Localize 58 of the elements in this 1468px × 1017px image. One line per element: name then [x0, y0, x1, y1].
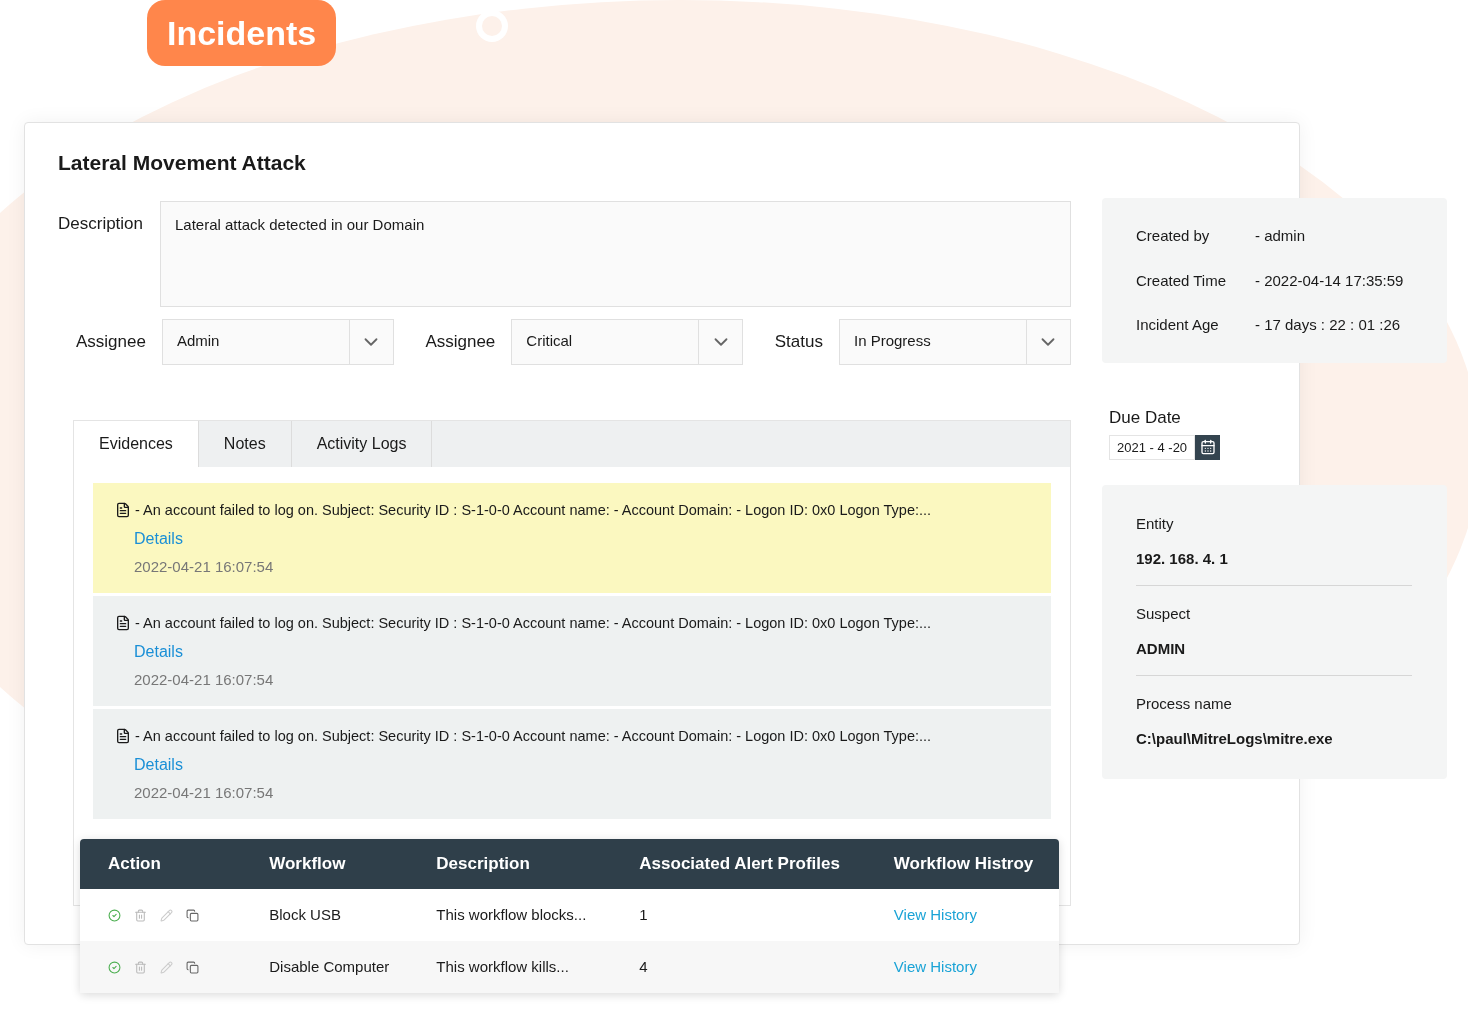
- check-circle-icon[interactable]: [108, 908, 121, 922]
- calendar-icon: [1199, 439, 1216, 455]
- select-field[interactable]: Admin: [161, 318, 394, 365]
- column-header: Workflow Histroy: [893, 854, 1034, 874]
- column-header: Description: [436, 854, 530, 874]
- document-icon: [115, 502, 131, 519]
- document-icon: [115, 615, 131, 632]
- evidence-text: - An account failed to log on. Subject: Security ID : S-1-0-0 Account name: - Account Domain: - Logon ID: 0x0 Logon Type:...: [135, 500, 932, 520]
- due-date-field[interactable]: 2021 - 4 -20: [1109, 434, 1196, 460]
- workflow-name: Block USB: [269, 905, 341, 923]
- evidence-time: 2022-04-21 16:07:54: [134, 670, 274, 691]
- workflow-description: This workflow kills...: [436, 957, 569, 975]
- copy-icon[interactable]: [186, 960, 199, 974]
- select-field[interactable]: Critical: [511, 318, 744, 365]
- alert-profile-count: 1: [639, 905, 648, 923]
- detail-label: Suspect: [1136, 604, 1191, 624]
- description-label: Description: [58, 212, 145, 235]
- delete-icon[interactable]: [134, 908, 147, 922]
- edit-icon[interactable]: [160, 908, 173, 922]
- dropdown-label: Assignee: [75, 330, 146, 353]
- evidence-text: - An account failed to log on. Subject: Security ID : S-1-0-0 Account name: - Account Domain: - Logon ID: 0x0 Logon Type:...: [135, 613, 932, 633]
- info-value: - 2022-04-14 17:35:59: [1255, 270, 1404, 291]
- alert-profile-count: 4: [639, 957, 648, 975]
- evidence-item[interactable]: - An account failed to log on. Subject: Security ID : S-1-0-0 Account name: - Account Domain: - Logon ID: 0x0 Logon Type:... Details 2022-04-21 16:07:54: [93, 708, 1051, 819]
- calendar-button[interactable]: [1195, 434, 1221, 460]
- detail-value: ADMIN: [1136, 638, 1186, 659]
- dropdown-label: Status: [773, 330, 823, 353]
- info-label: Created Time: [1136, 270, 1228, 291]
- info-label: Incident Age: [1136, 315, 1220, 335]
- incident-title: Lateral Movement Attack: [58, 150, 307, 176]
- info-label: Created by: [1136, 226, 1211, 246]
- check-circle-icon[interactable]: [108, 960, 121, 974]
- evidence-item[interactable]: - An account failed to log on. Subject: Security ID : S-1-0-0 Account name: - Account Domain: - Logon ID: 0x0 Logon Type:... Details 2022-04-21 16:07:54: [93, 595, 1051, 706]
- workflow-name: Disable Computer: [269, 957, 390, 975]
- tab[interactable]: Evidences: [74, 420, 199, 467]
- evidence-text: - An account failed to log on. Subject: Security ID : S-1-0-0 Account name: - Account Domain: - Logon ID: 0x0 Logon Type:...: [135, 726, 932, 746]
- copy-icon[interactable]: [186, 908, 199, 922]
- detail-label: Process name: [1136, 694, 1232, 714]
- workflow-description: This workflow blocks...: [436, 905, 587, 923]
- dropdown-label: Assignee: [424, 330, 496, 353]
- detail-value: C:\paul\MitreLogs\mitre.exe: [1136, 728, 1333, 749]
- column-header: Action: [108, 854, 161, 874]
- delete-icon[interactable]: [134, 960, 147, 974]
- document-icon: [115, 728, 131, 745]
- evidence-item[interactable]: - An account failed to log on. Subject: Security ID : S-1-0-0 Account name: - Account Domain: - Logon ID: 0x0 Logon Type:... Details 2022-04-21 16:07:54: [93, 482, 1051, 593]
- info-value: - admin: [1255, 226, 1306, 246]
- column-header: Workflow: [269, 854, 346, 874]
- column-header: Associated Alert Profiles: [639, 854, 840, 874]
- info-value: - 17 days : 22 : 01 :26: [1255, 315, 1401, 335]
- select-field[interactable]: In Progress: [839, 318, 1071, 365]
- edit-icon[interactable]: [160, 960, 173, 974]
- evidence-time: 2022-04-21 16:07:54: [134, 557, 274, 578]
- evidence-time: 2022-04-21 16:07:54: [134, 783, 274, 804]
- due-date-label: Due Date: [1109, 407, 1182, 429]
- detail-value: 192. 168. 4. 1: [1136, 548, 1228, 569]
- description-field[interactable]: Lateral attack detected in our Domain: [160, 200, 1071, 307]
- detail-label: Entity: [1136, 514, 1174, 534]
- page-title-badge: Incidents: [147, 0, 337, 66]
